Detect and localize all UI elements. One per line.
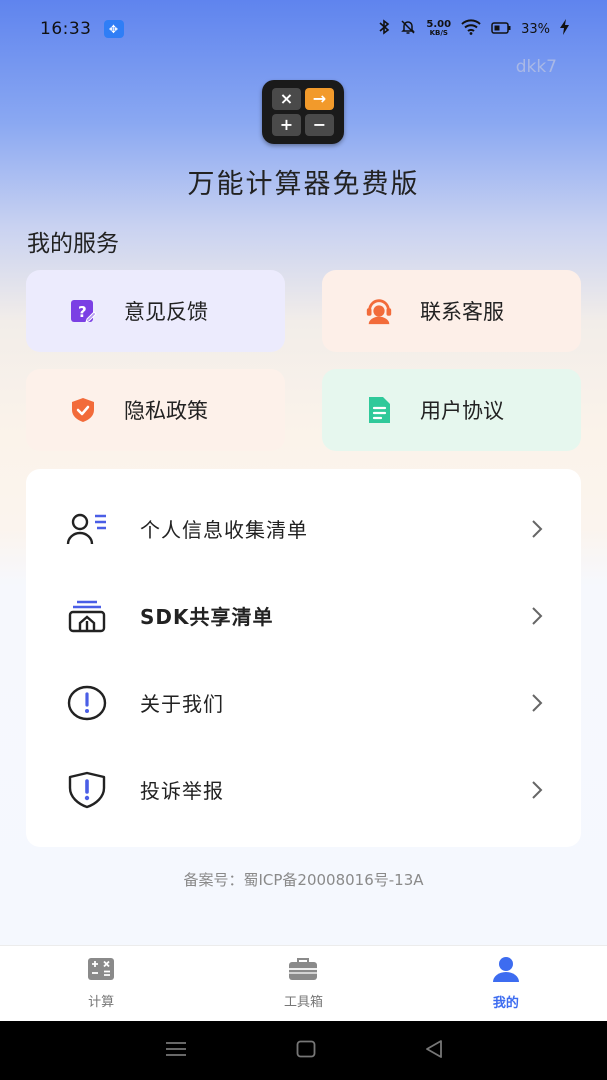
user-icon: [491, 956, 521, 986]
status-indicators: 5.00 KB/S 33%: [378, 19, 569, 39]
tab-label: 计算: [88, 995, 115, 1010]
network-speed: 5.00 KB/S: [426, 19, 452, 38]
toolbox-icon: [288, 957, 318, 985]
home-icon[interactable]: [296, 1040, 316, 1062]
chevron-right-icon: [531, 780, 543, 804]
bottom-tab-bar: 计算 工具箱 我的: [0, 945, 607, 1021]
bluetooth-icon: [378, 19, 390, 39]
list-item-complaint-report[interactable]: 投诉举报: [26, 746, 581, 833]
person-list-icon: [66, 509, 108, 549]
app-notification-icon: ✥: [103, 20, 124, 38]
status-bar: 16:33 ✥ 5.00 KB/S 33%: [0, 0, 607, 58]
tab-calculate[interactable]: 计算: [0, 946, 202, 1021]
chevron-right-icon: [531, 606, 543, 630]
logo-key: ×: [272, 88, 301, 110]
list-item-label: SDK共享清单: [140, 605, 274, 629]
list-item-label: 投诉举报: [140, 779, 224, 803]
list-item-label: 关于我们: [140, 692, 224, 716]
list-item-about-us[interactable]: 关于我们: [26, 659, 581, 746]
logo-key: −: [305, 114, 334, 136]
user-agreement-button[interactable]: 用户协议: [322, 369, 581, 451]
info-list-panel: 个人信息收集清单 SDK共享清单 关于我们 投诉举报: [26, 469, 581, 847]
battery-icon: [491, 20, 511, 39]
mute-bell-icon: [400, 19, 416, 39]
system-nav-bar: [0, 1021, 607, 1080]
app-title: 万能计算器免费版: [187, 169, 420, 200]
chevron-right-icon: [531, 693, 543, 717]
logo-key: →: [305, 88, 334, 110]
customer-service-icon: [364, 296, 394, 326]
privacy-policy-label: 隐私政策: [124, 399, 208, 423]
battery-level: 33%: [521, 21, 550, 37]
tab-mine[interactable]: 我的: [405, 946, 607, 1021]
feedback-label: 意见反馈: [124, 300, 208, 324]
tab-label: 我的: [492, 996, 519, 1011]
document-icon: [364, 395, 394, 425]
shield-check-icon: [68, 395, 98, 425]
corner-tag: dkk7: [515, 57, 557, 77]
list-item-sdk-share[interactable]: SDK共享清单: [26, 572, 581, 659]
calculator-icon: [87, 957, 115, 985]
menu-icon[interactable]: [165, 1041, 187, 1061]
icp-record-text[interactable]: 备案号：蜀ICP备20008016号-13A: [0, 869, 607, 890]
section-title: 我的服务: [27, 231, 119, 257]
app-logo: × → + −: [262, 80, 344, 144]
status-time: 16:33: [40, 19, 92, 39]
list-item-personal-info[interactable]: 个人信息收集清单: [26, 485, 581, 572]
contact-service-button[interactable]: 联系客服: [322, 270, 581, 352]
feedback-icon: ?: [68, 296, 98, 326]
logo-key: +: [272, 114, 301, 136]
list-item-label: 个人信息收集清单: [140, 518, 308, 542]
contact-service-label: 联系客服: [420, 300, 504, 324]
user-agreement-label: 用户协议: [420, 399, 504, 423]
chevron-right-icon: [531, 519, 543, 543]
wifi-icon: [461, 19, 481, 39]
back-icon[interactable]: [425, 1039, 443, 1063]
feedback-button[interactable]: ? 意见反馈: [26, 270, 285, 352]
charging-icon: [560, 19, 569, 39]
report-shield-icon: [66, 770, 108, 810]
info-circle-icon: [66, 683, 108, 723]
privacy-policy-button[interactable]: 隐私政策: [26, 369, 285, 451]
svg-text:?: ?: [78, 303, 87, 321]
tab-label: 工具箱: [283, 995, 323, 1010]
tab-toolbox[interactable]: 工具箱: [202, 946, 404, 1021]
sdk-share-icon: [66, 596, 108, 636]
